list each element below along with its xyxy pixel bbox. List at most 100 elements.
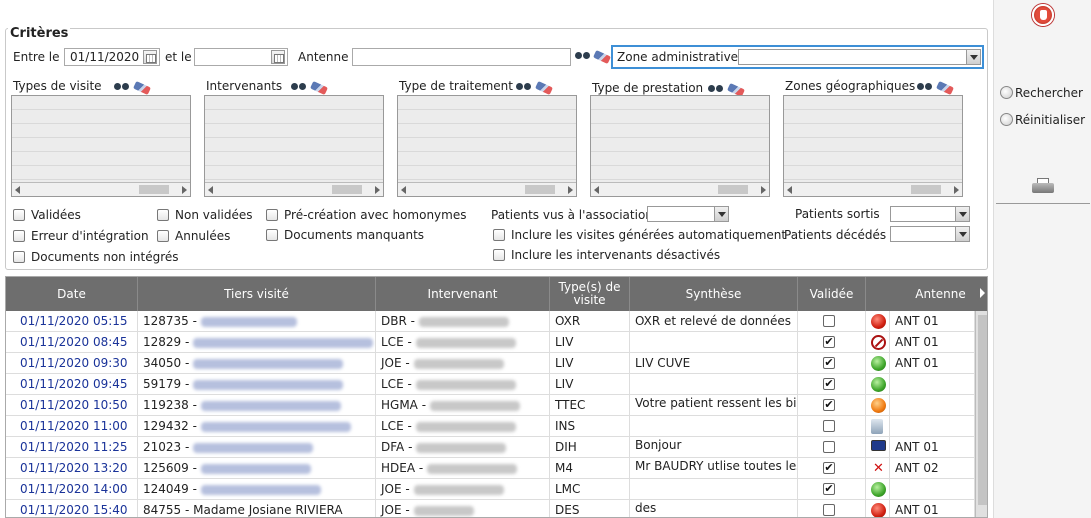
col-type[interactable]: Type(s) de visite xyxy=(550,277,630,311)
validee-checkbox[interactable] xyxy=(823,315,835,327)
type-cell: INS xyxy=(550,416,630,437)
status-green-icon[interactable] xyxy=(871,377,886,392)
validee-checkbox[interactable] xyxy=(823,420,835,432)
rechercher-radio-icon[interactable] xyxy=(1000,86,1013,99)
table-row[interactable]: 01/11/2020 13:20 125609 - HDEA - M4 Mr BAUDR… xyxy=(6,458,975,479)
reinitialiser-button[interactable]: Réinitialiser xyxy=(1015,113,1085,127)
type-cell-text: OXR xyxy=(555,314,581,328)
col-synthese[interactable]: Synthèse xyxy=(630,277,798,311)
table-row[interactable]: 01/11/2020 11:25 21023 - DFA - DIH Bonjour AN… xyxy=(6,437,975,458)
antenne-search-icon[interactable] xyxy=(575,49,591,61)
table-row[interactable]: 01/11/2020 15:40 84755 - Madame Josiane R… xyxy=(6,500,975,517)
table-row[interactable]: 01/11/2020 11:00 129432 - LCE - INS xyxy=(6,416,975,437)
tiers-cell: 128735 - xyxy=(138,311,376,332)
type-cell: LMC xyxy=(550,479,630,500)
types-visite-list[interactable] xyxy=(11,95,191,197)
rechercher-button[interactable]: Rechercher xyxy=(1015,86,1083,100)
scroll-right-icon[interactable] xyxy=(980,288,985,298)
patients-sortis-select[interactable] xyxy=(890,206,970,222)
col-antenne[interactable]: Antenne xyxy=(866,277,987,311)
redacted-name xyxy=(193,442,314,453)
cross-icon[interactable]: ✕ xyxy=(871,461,886,476)
validee-checkbox[interactable] xyxy=(823,504,835,516)
zone-select[interactable] xyxy=(738,49,981,65)
chevron-down-icon[interactable] xyxy=(714,207,728,221)
col-validee[interactable]: Validée xyxy=(798,277,866,311)
type-traitement-search-icon[interactable] xyxy=(516,80,532,92)
status-red-icon[interactable] xyxy=(871,314,886,329)
inclure-auto-checkbox[interactable] xyxy=(493,229,505,241)
calendar-from-icon[interactable] xyxy=(143,50,157,64)
validee-checkbox[interactable]: ✔ xyxy=(823,357,835,369)
status-cell: ✕ xyxy=(866,458,890,479)
chevron-down-icon[interactable] xyxy=(955,227,969,241)
zones-geo-list[interactable] xyxy=(783,95,963,197)
patients-vus-select[interactable] xyxy=(647,206,729,222)
erreur-checkbox[interactable] xyxy=(13,230,25,242)
validee-checkbox[interactable]: ✔ xyxy=(823,399,835,411)
intervenant-cell: HGMA - xyxy=(376,395,550,416)
forbidden-icon[interactable] xyxy=(871,335,886,350)
chevron-down-icon[interactable] xyxy=(955,207,969,221)
table-row[interactable]: 01/11/2020 09:45 59179 - LCE - LIV ✔ xyxy=(6,374,975,395)
patients-decedes-select[interactable] xyxy=(890,226,970,242)
intervenant-cell: LCE - xyxy=(376,332,550,353)
types-visite-search-icon[interactable] xyxy=(114,80,130,92)
calendar-to-icon[interactable] xyxy=(271,50,285,64)
status-red-icon[interactable] xyxy=(871,503,886,517)
action-panel: Rechercher Réinitialiser xyxy=(993,0,1091,518)
annulees-label: Annulées xyxy=(175,229,231,243)
annulees-checkbox[interactable] xyxy=(157,230,169,242)
zone-administrative-field: Zone administrative xyxy=(611,45,984,69)
type-traitement-list[interactable] xyxy=(397,95,577,197)
intervenants-list[interactable] xyxy=(204,95,384,197)
docs-manquants-checkbox[interactable] xyxy=(266,229,278,241)
intervenants-search-icon[interactable] xyxy=(291,80,307,92)
zones-geo-search-icon[interactable] xyxy=(917,80,933,92)
printer-icon[interactable] xyxy=(1032,178,1054,194)
validee-checkbox[interactable]: ✔ xyxy=(823,462,835,474)
document-icon[interactable] xyxy=(871,419,883,434)
date-cell: 01/11/2020 13:20 xyxy=(6,458,138,479)
table-row[interactable]: 01/11/2020 14:00 124049 - JOE - LMC ✔ xyxy=(6,479,975,500)
chevron-down-icon[interactable] xyxy=(966,50,980,64)
date-cell: 01/11/2020 15:40 xyxy=(6,500,138,517)
validee-checkbox[interactable]: ✔ xyxy=(823,483,835,495)
date-cell-text: 01/11/2020 14:00 xyxy=(20,482,128,496)
stop-hand-icon[interactable] xyxy=(1032,4,1054,26)
grid-vscroll[interactable] xyxy=(975,311,987,517)
date-cell: 01/11/2020 09:30 xyxy=(6,353,138,374)
redacted-name xyxy=(415,379,516,390)
col-date[interactable]: Date xyxy=(6,277,138,311)
type-prestation-list[interactable] xyxy=(590,95,770,197)
redacted-name xyxy=(430,400,521,411)
antenne-cell-text: ANT 01 xyxy=(895,314,939,328)
status-orange-icon[interactable] xyxy=(871,398,886,413)
status-green-icon[interactable] xyxy=(871,356,886,371)
antenne-input[interactable] xyxy=(352,48,571,66)
reinitialiser-radio-icon[interactable] xyxy=(1000,113,1013,126)
tiers-cell-text: 119238 - xyxy=(143,398,197,412)
docs-non-integres-checkbox[interactable] xyxy=(13,251,25,263)
type-prestation-search-icon[interactable] xyxy=(708,82,724,94)
validee-checkbox[interactable]: ✔ xyxy=(823,378,835,390)
computer-icon[interactable] xyxy=(871,440,886,451)
col-intervenant[interactable]: Intervenant xyxy=(376,277,550,311)
validee-cell: ✔ xyxy=(798,458,866,479)
validees-checkbox[interactable] xyxy=(13,209,25,221)
table-row[interactable]: 01/11/2020 10:50 119238 - HGMA - TTEC Votre … xyxy=(6,395,975,416)
table-row[interactable]: 01/11/2020 08:45 12829 - LCE - LIV ✔ ANT 01 xyxy=(6,332,975,353)
validee-checkbox[interactable] xyxy=(823,441,835,453)
validee-checkbox[interactable]: ✔ xyxy=(823,336,835,348)
col-tiers[interactable]: Tiers visité xyxy=(138,277,376,311)
inclure-desactives-checkbox[interactable] xyxy=(493,249,505,261)
pre-creation-checkbox[interactable] xyxy=(266,209,278,221)
non-validees-checkbox[interactable] xyxy=(157,209,169,221)
table-row[interactable]: 01/11/2020 05:15 128735 - DBR - OXR OXR et r… xyxy=(6,311,975,332)
redacted-name xyxy=(193,379,344,390)
table-row[interactable]: 01/11/2020 09:30 34050 - JOE - LIV LIV CUVE ✔… xyxy=(6,353,975,374)
inclure-auto-label: Inclure les visites générées automatique… xyxy=(511,228,787,242)
synthese-cell-text: des xyxy=(635,501,657,515)
status-green-icon[interactable] xyxy=(871,482,886,497)
date-cell-text: 01/11/2020 11:25 xyxy=(20,440,128,454)
